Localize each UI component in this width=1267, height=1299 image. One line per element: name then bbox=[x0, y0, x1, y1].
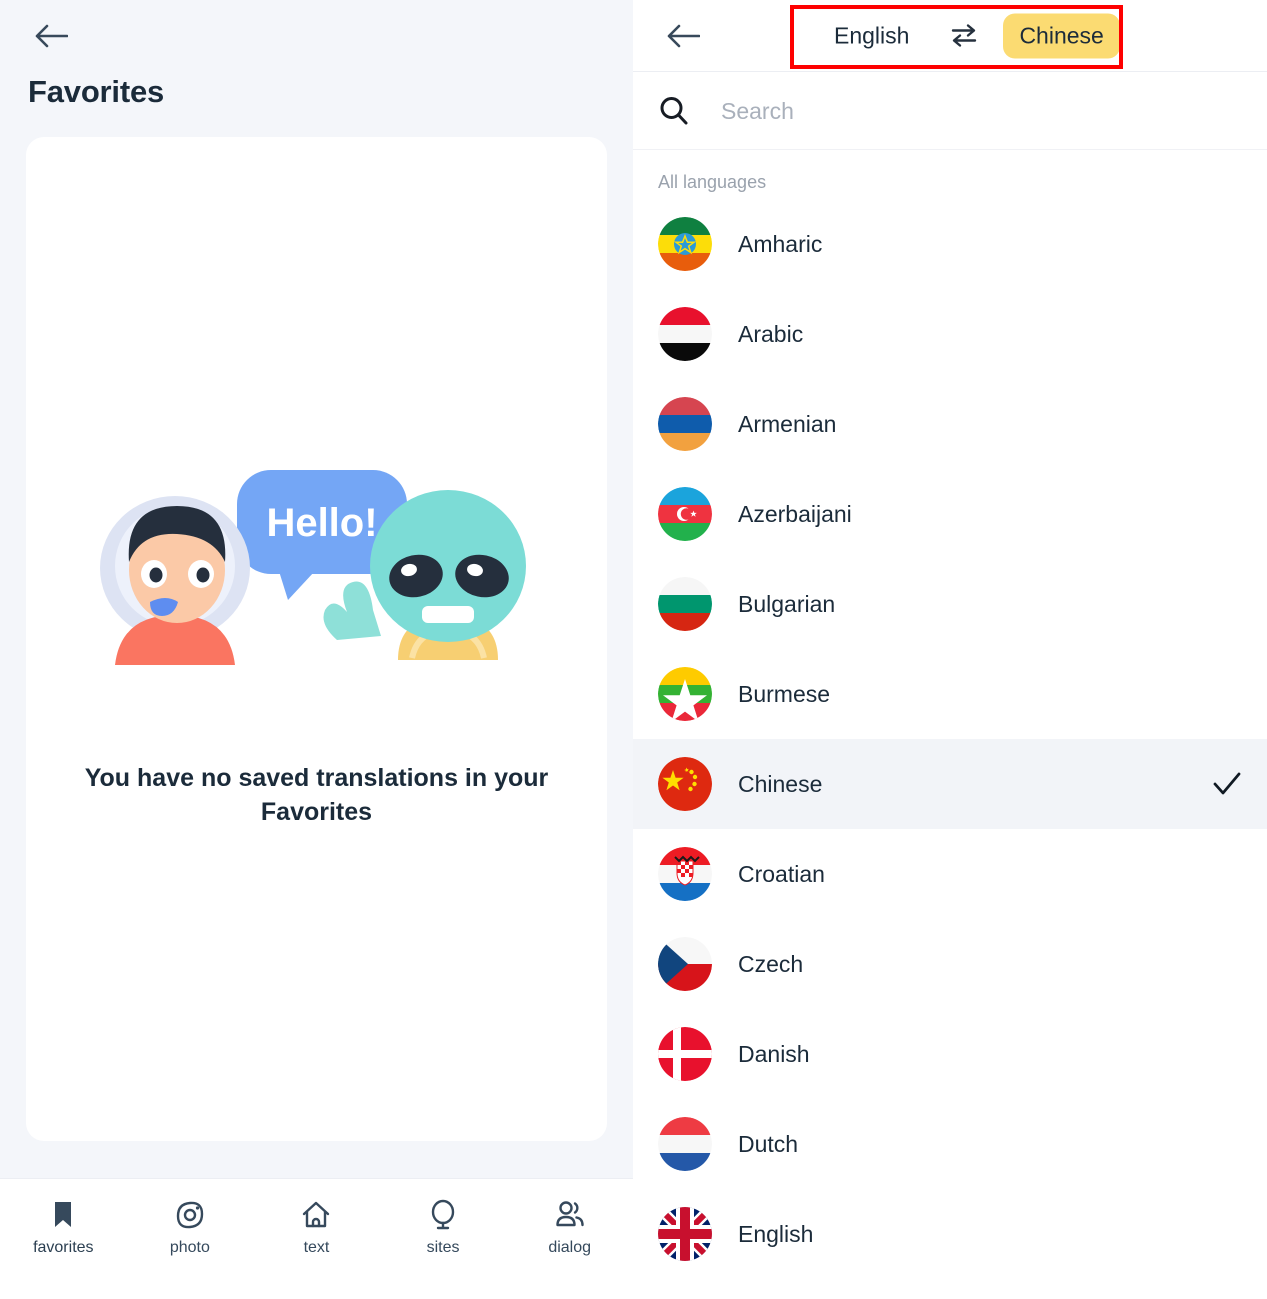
language-name: English bbox=[738, 1220, 814, 1247]
language-name: Chinese bbox=[738, 770, 823, 797]
globe-icon bbox=[431, 1199, 455, 1230]
language-name: Amharic bbox=[738, 230, 823, 257]
language-name: Bulgarian bbox=[738, 590, 836, 617]
search-icon[interactable] bbox=[658, 95, 690, 127]
bookmark-icon bbox=[55, 1202, 72, 1227]
ethiopia-flag bbox=[658, 217, 712, 271]
nav-item-favorites[interactable]: favorites bbox=[0, 1179, 127, 1257]
czech-flag bbox=[658, 937, 712, 991]
language-row-dutch[interactable]: Dutch bbox=[633, 1099, 1267, 1189]
source-language-chip[interactable]: English bbox=[818, 13, 925, 58]
denmark-flag bbox=[658, 1027, 712, 1081]
translator-app-screen: Favorites Hello! You have no saved trans… bbox=[0, 0, 1267, 1299]
bulgaria-flag bbox=[658, 577, 712, 631]
favorites-panel: Favorites Hello! You have no saved trans… bbox=[0, 0, 633, 1299]
nav-label-favorites: favorites bbox=[33, 1239, 94, 1256]
language-name: Croatian bbox=[738, 860, 825, 887]
nav-label-sites: sites bbox=[426, 1239, 460, 1256]
arrow-left-icon bbox=[35, 24, 68, 48]
language-row-amharic[interactable]: Amharic bbox=[633, 199, 1267, 289]
search-input[interactable] bbox=[721, 72, 1221, 150]
back-button-favorites[interactable] bbox=[28, 14, 74, 58]
language-name: Arabic bbox=[738, 320, 804, 347]
language-switcher: English Chinese bbox=[818, 13, 1120, 58]
astronaut-figure bbox=[99, 495, 250, 665]
language-name: Danish bbox=[738, 1040, 810, 1067]
back-button-language-picker[interactable] bbox=[661, 15, 705, 57]
uk-flag bbox=[658, 1207, 712, 1261]
nav-label-dialog: dialog bbox=[548, 1239, 592, 1256]
language-picker-panel: English Chinese All languages bbox=[633, 0, 1267, 1299]
nav-item-photo[interactable]: photo bbox=[127, 1179, 254, 1257]
language-row-danish[interactable]: Danish bbox=[633, 1009, 1267, 1099]
nav-item-sites[interactable]: sites bbox=[380, 1179, 507, 1257]
language-name: Dutch bbox=[738, 1130, 799, 1157]
yemen-flag bbox=[658, 307, 712, 361]
language-name: Azerbaijani bbox=[738, 500, 852, 527]
language-list: Amharic Arabic Armenian Azerbaijani Bulg… bbox=[633, 199, 1267, 1279]
netherlands-flag bbox=[658, 1117, 712, 1171]
language-row-croatian[interactable]: Croatian bbox=[633, 829, 1267, 919]
nav-label-text: text bbox=[303, 1239, 330, 1256]
china-flag bbox=[658, 757, 712, 811]
astronaut-and-alien-illustration: Hello! bbox=[99, 469, 526, 665]
croatia-flag bbox=[658, 847, 712, 901]
checkmark-icon bbox=[1213, 772, 1241, 795]
myanmar-flag bbox=[658, 667, 712, 721]
people-icon bbox=[555, 1201, 584, 1227]
azerbaijan-flag bbox=[658, 487, 712, 541]
language-row-chinese[interactable]: Chinese bbox=[633, 739, 1267, 829]
language-row-azerbaijani[interactable]: Azerbaijani bbox=[633, 469, 1267, 559]
language-row-english[interactable]: English bbox=[633, 1189, 1267, 1279]
language-row-arabic[interactable]: Arabic bbox=[633, 289, 1267, 379]
language-name: Armenian bbox=[738, 410, 837, 437]
language-name: Burmese bbox=[738, 680, 831, 707]
bottom-navigation: favorites photo text sites dialog bbox=[0, 1178, 633, 1299]
speech-bubble-text: Hello! bbox=[266, 501, 377, 545]
section-label-all-languages: All languages bbox=[658, 172, 767, 192]
language-row-armenian[interactable]: Armenian bbox=[633, 379, 1267, 469]
language-row-burmese[interactable]: Burmese bbox=[633, 649, 1267, 739]
home-translate-icon bbox=[303, 1201, 330, 1228]
swap-arrows-icon bbox=[952, 24, 977, 47]
language-row-czech[interactable]: Czech bbox=[633, 919, 1267, 1009]
target-language-chip[interactable]: Chinese bbox=[1003, 13, 1120, 58]
language-name: Czech bbox=[738, 950, 804, 977]
search-row bbox=[633, 72, 1267, 150]
swap-languages-button[interactable] bbox=[949, 21, 979, 51]
nav-item-dialog[interactable]: dialog bbox=[506, 1179, 633, 1257]
armenia-flag bbox=[658, 397, 712, 451]
language-picker-header: English Chinese bbox=[633, 0, 1267, 72]
nav-label-photo: photo bbox=[169, 1239, 210, 1256]
page-title: Favorites bbox=[28, 74, 165, 109]
favorites-empty-card: Hello! You have no saved translations in… bbox=[26, 137, 607, 1141]
camera-icon bbox=[176, 1201, 204, 1229]
arrow-left-icon bbox=[667, 24, 700, 47]
language-row-bulgarian[interactable]: Bulgarian bbox=[633, 559, 1267, 649]
nav-item-text[interactable]: text bbox=[253, 1179, 380, 1257]
empty-state-message: You have no saved translations in your F… bbox=[84, 763, 549, 826]
